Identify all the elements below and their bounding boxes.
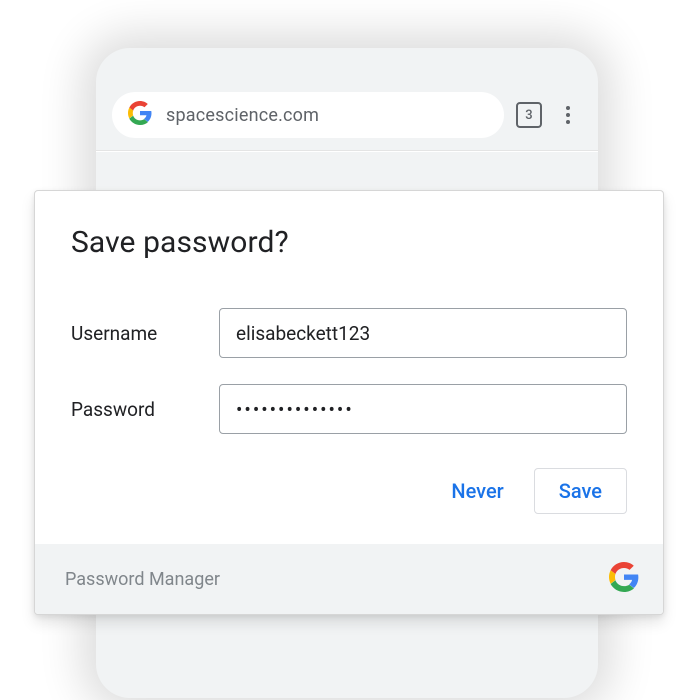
footer-label: Password Manager: [65, 569, 220, 590]
omnibox[interactable]: spacescience.com: [112, 92, 504, 138]
never-button[interactable]: Never: [443, 469, 511, 513]
dialog-body: Save password? Username Password Never S…: [35, 191, 663, 544]
password-label: Password: [71, 398, 219, 421]
tab-count-value: 3: [525, 108, 532, 123]
page-content: [96, 150, 598, 152]
save-password-dialog: Save password? Username Password Never S…: [34, 190, 664, 615]
overflow-menu-icon[interactable]: [558, 106, 578, 124]
dialog-actions: Never Save: [71, 468, 627, 514]
browser-toolbar: spacescience.com 3: [96, 90, 598, 140]
dialog-title: Save password?: [71, 225, 627, 260]
tab-switcher-button[interactable]: 3: [516, 102, 542, 128]
password-field[interactable]: [219, 384, 627, 434]
save-button[interactable]: Save: [534, 468, 627, 514]
google-logo-icon: [128, 101, 152, 129]
google-logo-icon: [609, 562, 639, 596]
url-text: spacescience.com: [166, 105, 319, 126]
password-row: Password: [71, 384, 627, 434]
username-field[interactable]: [219, 308, 627, 358]
dialog-footer: Password Manager: [35, 544, 663, 614]
username-row: Username: [71, 308, 627, 358]
username-label: Username: [71, 322, 219, 345]
